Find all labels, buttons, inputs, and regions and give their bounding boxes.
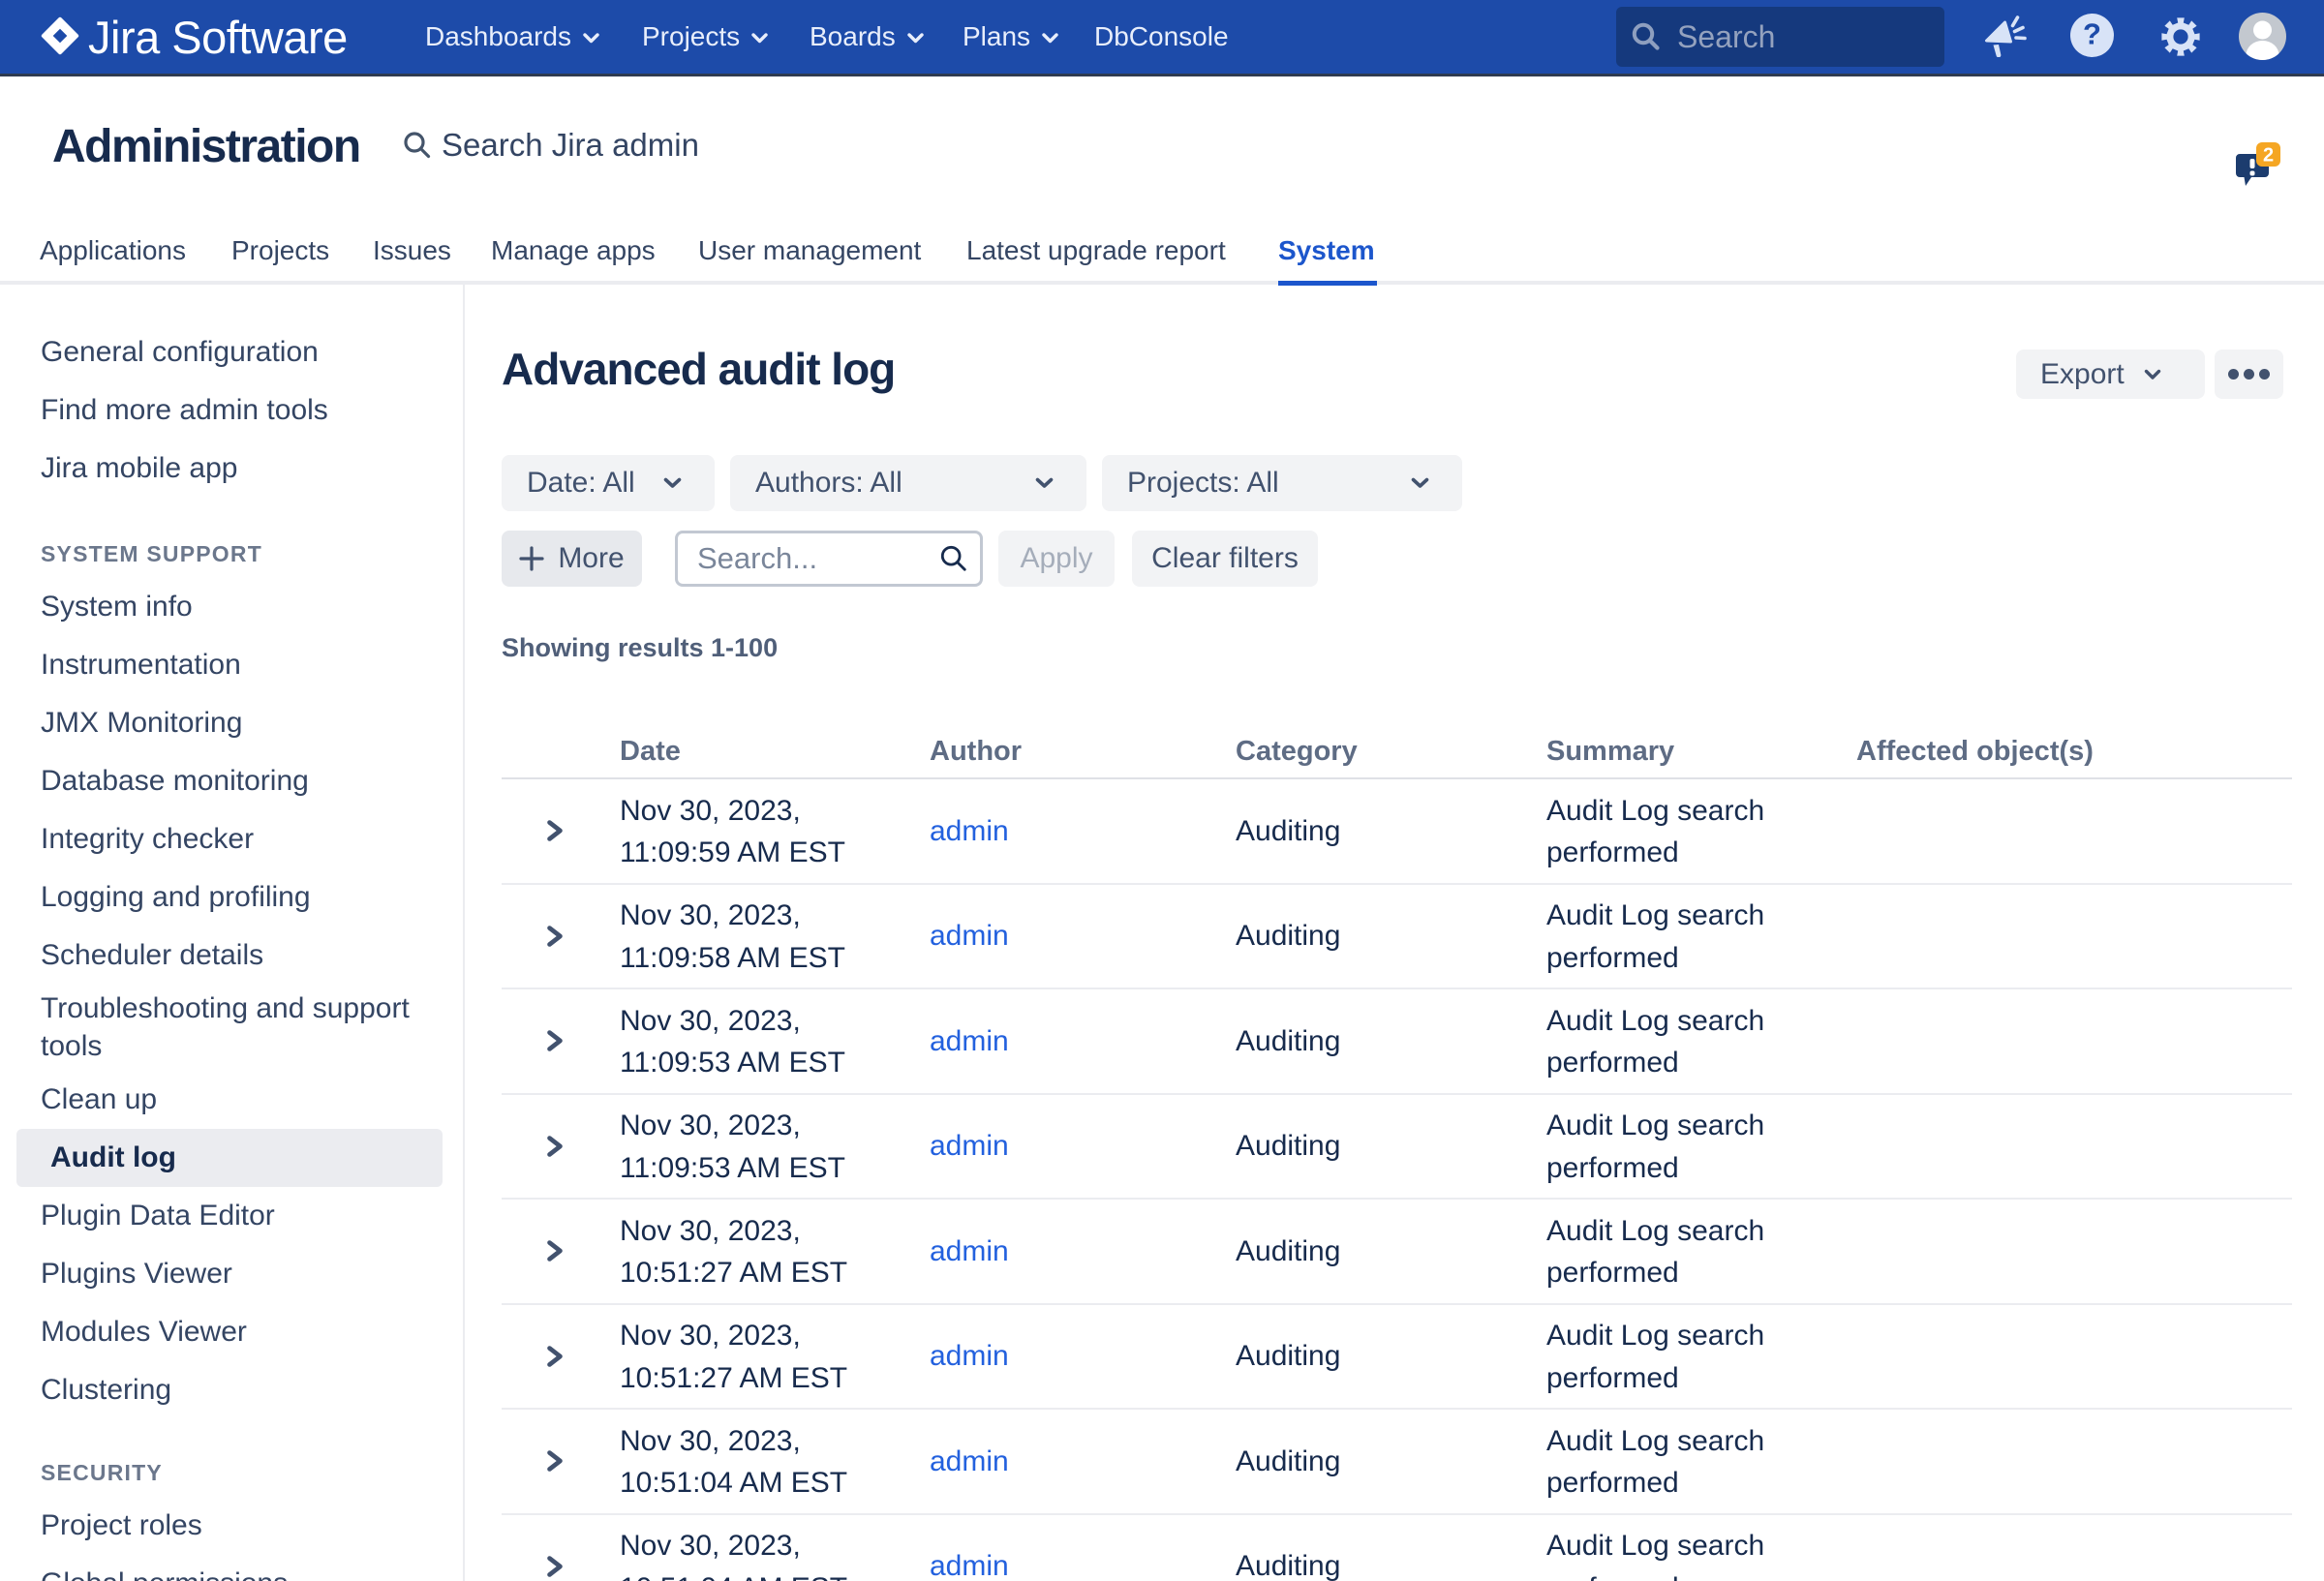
svg-text:?: ? — [2083, 17, 2101, 51]
svg-text:2: 2 — [2263, 145, 2274, 167]
